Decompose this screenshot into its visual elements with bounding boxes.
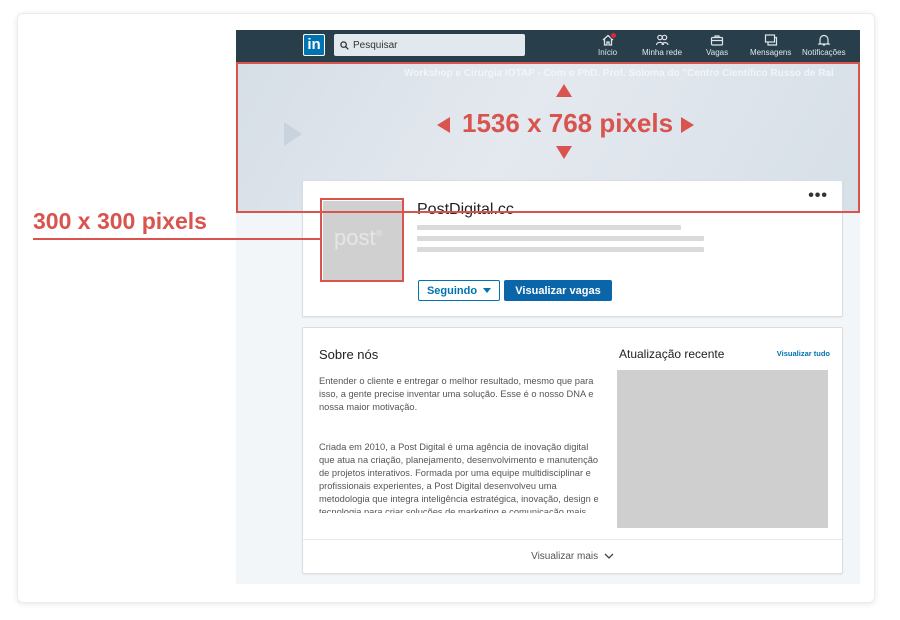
placeholder-line (417, 236, 704, 241)
arrow-down-icon (556, 146, 572, 159)
view-all-link[interactable]: Visualizar tudo (777, 349, 830, 358)
search-input[interactable]: Pesquisar (334, 34, 525, 56)
about-card: Sobre nós Entender o cliente e entregar … (302, 327, 843, 574)
chevron-down-icon (604, 553, 614, 560)
top-nav: in Pesquisar Início Minha rede Vagas Men… (236, 30, 860, 62)
about-title: Sobre nós (319, 347, 379, 362)
following-label: Seguindo (426, 284, 478, 297)
nav-label-messages: Mensagens (750, 48, 792, 57)
placeholder-line (417, 225, 681, 230)
logo-size-label: 300 x 300 pixels (33, 208, 207, 234)
nav-label-jobs: Vagas (706, 48, 729, 57)
nav-item-jobs[interactable]: Vagas (706, 33, 728, 58)
view-more-label: Visualizar mais (531, 551, 599, 562)
more-options-button[interactable]: ••• (808, 188, 828, 204)
leader-line (33, 238, 322, 240)
view-jobs-button[interactable]: Visualizar vagas (504, 280, 612, 301)
caret-down-icon (483, 288, 492, 293)
people-icon (655, 34, 669, 46)
recent-update-image (617, 370, 828, 528)
cover-caption: Workshop e Cirurgia IOTAP - Com o PhD. P… (404, 68, 834, 79)
profile-card: post® ••• PostDigital.cc Seguindo Visual… (302, 180, 843, 317)
search-placeholder: Pesquisar (353, 39, 398, 51)
nav-item-messages[interactable]: Mensagens (750, 33, 791, 58)
nav-label-network: Minha rede (642, 48, 683, 57)
bell-icon (817, 34, 831, 46)
nav-item-home[interactable]: Início (598, 32, 618, 58)
placeholder-line (417, 247, 704, 252)
linkedin-logo[interactable]: in (303, 34, 325, 56)
about-paragraph: Criada em 2010, a Post Digital é uma agê… (319, 442, 599, 513)
arrow-left-icon (437, 117, 450, 133)
company-name: PostDigital.cc (417, 201, 514, 218)
briefcase-icon (710, 35, 724, 46)
arrow-right-icon (681, 117, 694, 133)
cover-size-label: 1536 x 768 pixels (462, 108, 674, 138)
about-paragraph: Entender o cliente e entregar o melhor r… (319, 376, 594, 412)
notification-badge (609, 32, 617, 39)
arrow-up-icon (556, 84, 572, 97)
view-more-button[interactable]: Visualizar mais (303, 551, 842, 562)
company-logo: post® (323, 201, 403, 281)
nav-item-notifications[interactable]: Notificações (802, 33, 846, 58)
nav-label-home: Início (598, 48, 618, 57)
nav-label-notifications: Notificações (802, 48, 846, 57)
cover-decoration (284, 122, 302, 146)
logo-text: post® (334, 225, 383, 250)
recent-update-title: Atualização recente (619, 347, 725, 361)
divider (303, 539, 842, 540)
following-button[interactable]: Seguindo (418, 280, 500, 301)
nav-item-network[interactable]: Minha rede (642, 33, 682, 58)
search-icon (340, 40, 349, 50)
chat-icon (764, 34, 777, 46)
